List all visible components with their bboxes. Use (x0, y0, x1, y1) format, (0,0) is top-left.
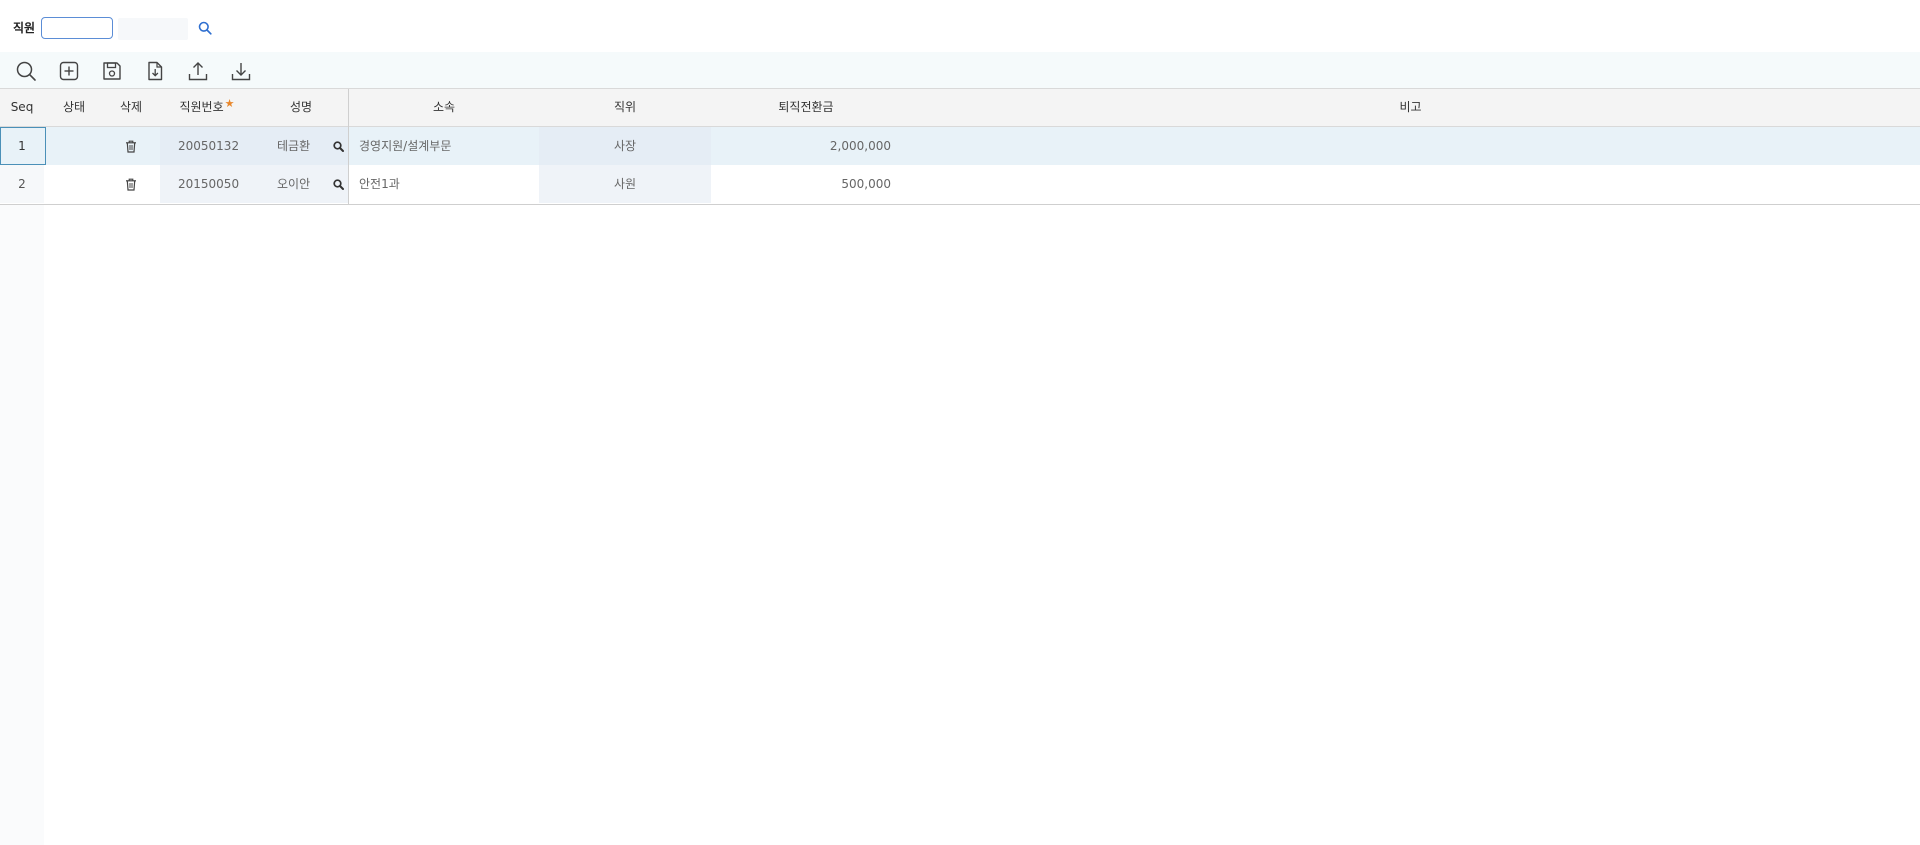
employee-name-field (118, 18, 188, 40)
employee-grid: Seq 상태 삭제 직원번호★ 성명 소속 직위 퇴직전환금 비고 1 2005… (0, 88, 1920, 845)
cell-seq[interactable]: 2 (0, 165, 44, 203)
column-header-delete[interactable]: 삭제 (102, 89, 160, 126)
column-header-name[interactable]: 성명 (254, 89, 348, 126)
cell-position[interactable]: 사장 (614, 127, 694, 165)
toolbar (0, 52, 1920, 88)
toolbar-add-button[interactable] (57, 59, 81, 83)
column-header-emp-no[interactable]: 직원번호★ (160, 89, 254, 126)
cell-remarks[interactable] (901, 127, 1920, 165)
column-header-position[interactable]: 직위 (539, 89, 711, 126)
frozen-column-divider (348, 89, 349, 204)
column-header-retire-amount[interactable]: 퇴직전환금 (711, 89, 901, 126)
toolbar-search-button[interactable] (14, 59, 38, 83)
grid-empty-area-gutter (0, 205, 44, 845)
column-header-status[interactable]: 상태 (46, 89, 102, 126)
cell-dept[interactable]: 안전1과 (359, 165, 529, 203)
cell-retire-amount[interactable]: 500,000 (711, 165, 891, 203)
trash-icon (126, 178, 136, 191)
filter-label-employee: 직원 (13, 21, 36, 35)
row-delete-button[interactable] (123, 176, 139, 192)
search-icon (16, 61, 36, 81)
row-delete-button[interactable] (123, 138, 139, 154)
search-icon (332, 178, 344, 190)
toolbar-file-download-button[interactable] (143, 59, 167, 83)
toolbar-download-button[interactable] (229, 59, 253, 83)
cell-name[interactable]: 테금환 (277, 127, 327, 165)
download-icon (231, 63, 251, 81)
cell-emp-no[interactable]: 20050132 (178, 127, 258, 165)
row-name-search-button[interactable] (330, 176, 346, 192)
cell-retire-amount[interactable]: 2,000,000 (711, 127, 891, 165)
search-icon (198, 21, 212, 35)
cell-dept[interactable]: 경영지원/설계부문 (359, 127, 529, 165)
cell-emp-no[interactable]: 20150050 (178, 165, 258, 203)
grid-rows-bottom-border (0, 204, 1920, 205)
table-row[interactable]: 2 20150050 오이안 안전1과 사원 500,000 (0, 165, 1920, 203)
cell-position[interactable]: 사원 (614, 165, 694, 203)
filter-bar: 직원 (0, 0, 1920, 52)
column-header-emp-no-label: 직원번호 (179, 100, 224, 114)
table-row[interactable]: 1 20050132 테금환 경영지원/설계부문 사장 2,000,000 (0, 127, 1920, 165)
employee-input[interactable] (41, 17, 113, 39)
cell-seq[interactable]: 1 (0, 127, 44, 165)
cell-remarks[interactable] (901, 165, 1920, 203)
cell-status[interactable] (46, 165, 102, 203)
upload-icon (188, 62, 208, 81)
file-download-icon (148, 61, 163, 81)
toolbar-upload-button[interactable] (186, 59, 210, 83)
save-icon (103, 62, 121, 80)
trash-icon (126, 140, 136, 153)
employee-search-button[interactable] (195, 18, 215, 38)
row-name-search-button[interactable] (330, 138, 346, 154)
cell-name[interactable]: 오이안 (277, 165, 327, 203)
grid-header: Seq 상태 삭제 직원번호★ 성명 소속 직위 퇴직전환금 비고 (0, 89, 1920, 127)
add-icon (59, 61, 79, 81)
column-header-seq[interactable]: Seq (0, 89, 44, 126)
required-mark-icon: ★ (224, 97, 235, 110)
toolbar-save-button[interactable] (100, 59, 124, 83)
column-header-remarks[interactable]: 비고 (901, 89, 1920, 126)
cell-status[interactable] (46, 127, 102, 165)
search-icon (332, 140, 344, 152)
column-header-dept[interactable]: 소속 (349, 89, 539, 126)
